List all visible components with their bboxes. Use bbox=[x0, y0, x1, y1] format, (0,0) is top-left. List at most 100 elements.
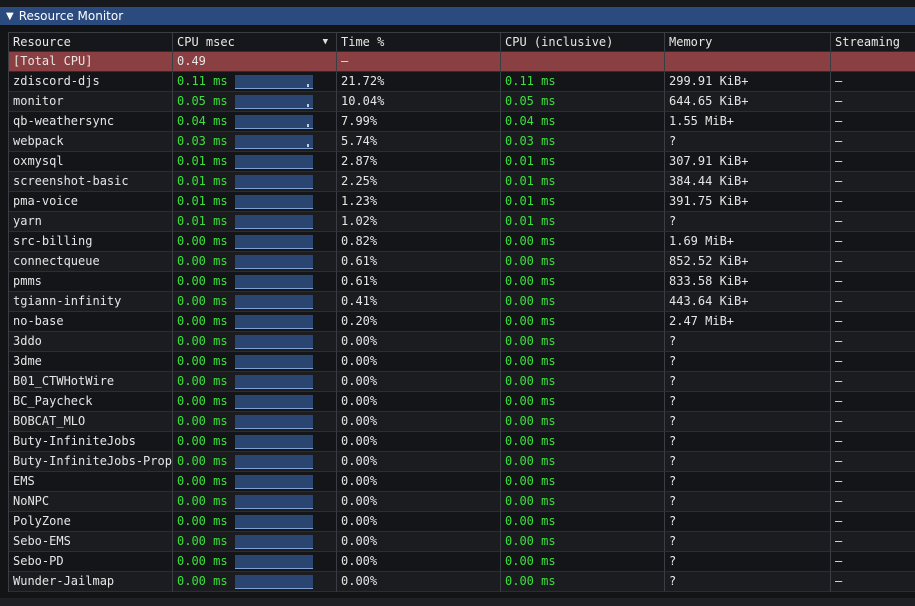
cpu-sparkline bbox=[235, 434, 313, 449]
column-header-cpu-msec-label: CPU msec bbox=[177, 34, 235, 49]
horizontal-scrollbar[interactable] bbox=[0, 598, 915, 606]
collapse-arrow-icon[interactable]: ▼ bbox=[6, 11, 14, 22]
time-percent: 0.20% bbox=[337, 312, 501, 332]
time-percent: 5.74% bbox=[337, 132, 501, 152]
streaming-value: – bbox=[831, 332, 915, 352]
table-row[interactable]: BC_Paycheck 0.00 ms 0.00% 0.00 ms? – bbox=[9, 392, 915, 412]
cpu-sparkline bbox=[235, 134, 313, 149]
streaming-value: – bbox=[831, 452, 915, 472]
time-percent: 0.82% bbox=[337, 232, 501, 252]
cpu-sparkline bbox=[235, 74, 313, 89]
table-row[interactable]: yarn 0.01 ms 1.02% 0.01 ms? – bbox=[9, 212, 915, 232]
total-streaming bbox=[831, 52, 915, 72]
memory-value: 1.69 MiB+ bbox=[665, 232, 831, 252]
time-percent: 0.00% bbox=[337, 352, 501, 372]
cpu-sparkline bbox=[235, 114, 313, 129]
cpu-inclusive-value: 0.00 ms bbox=[501, 512, 665, 532]
resource-name: qb-weathersync bbox=[9, 112, 173, 132]
table-row[interactable]: tgiann-infinity 0.00 ms 0.41% 0.00 ms 443.64… bbox=[9, 292, 915, 312]
time-percent: 0.00% bbox=[337, 372, 501, 392]
cpu-inclusive-value: 0.00 ms bbox=[501, 292, 665, 312]
window-titlebar[interactable]: ▼ Resource Monitor bbox=[0, 7, 915, 25]
column-header-resource[interactable]: Resource bbox=[9, 33, 173, 52]
cpu-msec-cell: 0.00 ms bbox=[173, 392, 337, 412]
table-row[interactable]: Buty-InfiniteJobs 0.00 ms 0.00% 0.00 ms? – bbox=[9, 432, 915, 452]
table-row[interactable]: webpack 0.03 ms 5.74% 0.03 ms? – bbox=[9, 132, 915, 152]
table-row[interactable]: 3ddo 0.00 ms 0.00% 0.00 ms? – bbox=[9, 332, 915, 352]
table-row[interactable]: src-billing 0.00 ms 0.82% 0.00 ms 1.69 MiB+ – bbox=[9, 232, 915, 252]
memory-value: 1.55 MiB+ bbox=[665, 112, 831, 132]
table-row[interactable]: BOBCAT_MLO 0.00 ms 0.00% 0.00 ms? – bbox=[9, 412, 915, 432]
time-percent: 0.00% bbox=[337, 492, 501, 512]
cpu-msec-value: 0.04 ms bbox=[177, 114, 228, 128]
cpu-inclusive-value: 0.00 ms bbox=[501, 332, 665, 352]
table-row[interactable]: monitor 0.05 ms 10.04% 0.05 ms 644.65 KiB+ – bbox=[9, 92, 915, 112]
table-row[interactable]: zdiscord-djs 0.11 ms 21.72% 0.11 ms 299.91 K… bbox=[9, 72, 915, 92]
table-row[interactable]: no-base 0.00 ms 0.20% 0.00 ms 2.47 MiB+ – bbox=[9, 312, 915, 332]
table-row[interactable]: oxmysql 0.01 ms 2.87% 0.01 ms 307.91 KiB+ – bbox=[9, 152, 915, 172]
column-header-streaming[interactable]: Streaming bbox=[831, 33, 915, 52]
cpu-msec-cell: 0.01 ms bbox=[173, 192, 337, 212]
table-row[interactable]: PolyZone 0.00 ms 0.00% 0.00 ms? – bbox=[9, 512, 915, 532]
resource-name: B01_CTWHotWire bbox=[9, 372, 173, 392]
table-row[interactable]: Sebo-EMS 0.00 ms 0.00% 0.00 ms? – bbox=[9, 532, 915, 552]
table-row[interactable]: B01_CTWHotWire 0.00 ms 0.00% 0.00 ms? – bbox=[9, 372, 915, 392]
table-row[interactable]: 3dme 0.00 ms 0.00% 0.00 ms? – bbox=[9, 352, 915, 372]
cpu-sparkline bbox=[235, 494, 313, 509]
cpu-sparkline bbox=[235, 394, 313, 409]
streaming-value: – bbox=[831, 412, 915, 432]
sparkline-peak bbox=[307, 103, 309, 107]
cpu-msec-cell: 0.00 ms bbox=[173, 432, 337, 452]
memory-value: ? bbox=[665, 412, 831, 432]
table-row[interactable]: NoNPC 0.00 ms 0.00% 0.00 ms? – bbox=[9, 492, 915, 512]
resource-name: screenshot-basic bbox=[9, 172, 173, 192]
streaming-value: – bbox=[831, 352, 915, 372]
resource-name: BOBCAT_MLO bbox=[9, 412, 173, 432]
cpu-sparkline bbox=[235, 354, 313, 369]
cpu-msec-value: 0.00 ms bbox=[177, 534, 228, 548]
cpu-sparkline bbox=[235, 314, 313, 329]
table-row[interactable]: connectqueue 0.00 ms 0.61% 0.00 ms 852.52 Ki… bbox=[9, 252, 915, 272]
table-row[interactable]: Sebo-PD 0.00 ms 0.00% 0.00 ms? – bbox=[9, 552, 915, 572]
total-cpu-row[interactable]: [Total CPU] 0.49 – bbox=[9, 52, 915, 72]
resource-name: Sebo-PD bbox=[9, 552, 173, 572]
memory-value: 2.47 MiB+ bbox=[665, 312, 831, 332]
cpu-msec-cell: 0.00 ms bbox=[173, 492, 337, 512]
cpu-inclusive-value: 0.00 ms bbox=[501, 552, 665, 572]
table-row[interactable]: pma-voice 0.01 ms 1.23% 0.01 ms 391.75 KiB+ – bbox=[9, 192, 915, 212]
memory-value: ? bbox=[665, 532, 831, 552]
memory-value: ? bbox=[665, 572, 831, 592]
cpu-msec-cell: 0.05 ms bbox=[173, 92, 337, 112]
time-percent: 1.23% bbox=[337, 192, 501, 212]
table-row[interactable]: screenshot-basic 0.01 ms 2.25% 0.01 ms 384.4… bbox=[9, 172, 915, 192]
resource-name: PolyZone bbox=[9, 512, 173, 532]
cpu-msec-value: 0.01 ms bbox=[177, 194, 228, 208]
streaming-value: – bbox=[831, 92, 915, 112]
cpu-msec-cell: 0.11 ms bbox=[173, 72, 337, 92]
resource-name: Buty-InfiniteJobs bbox=[9, 432, 173, 452]
cpu-sparkline bbox=[235, 414, 313, 429]
cpu-sparkline bbox=[235, 534, 313, 549]
table-row[interactable]: Wunder-Jailmap 0.00 ms 0.00% 0.00 ms? – bbox=[9, 572, 915, 592]
cpu-sparkline bbox=[235, 234, 313, 249]
table-row[interactable]: qb-weathersync 0.04 ms 7.99% 0.04 ms 1.55 Mi… bbox=[9, 112, 915, 132]
resource-name: tgiann-infinity bbox=[9, 292, 173, 312]
streaming-value: – bbox=[831, 472, 915, 492]
column-header-cpu-msec[interactable]: CPU msec ▼ bbox=[173, 33, 337, 52]
cpu-sparkline bbox=[235, 94, 313, 109]
cpu-sparkline bbox=[235, 514, 313, 529]
column-header-cpu-inclusive[interactable]: CPU (inclusive) bbox=[501, 33, 665, 52]
cpu-msec-value: 0.01 ms bbox=[177, 174, 228, 188]
resource-name: NoNPC bbox=[9, 492, 173, 512]
cpu-inclusive-value: 0.00 ms bbox=[501, 412, 665, 432]
table-row[interactable]: pmms 0.00 ms 0.61% 0.00 ms 833.58 KiB+ – bbox=[9, 272, 915, 292]
table-row[interactable]: Buty-InfiniteJobs-Prop 0.00 ms 0.00% 0.00 m… bbox=[9, 452, 915, 472]
cpu-sparkline bbox=[235, 374, 313, 389]
column-header-memory[interactable]: Memory bbox=[665, 33, 831, 52]
time-percent: 1.02% bbox=[337, 212, 501, 232]
memory-value: 644.65 KiB+ bbox=[665, 92, 831, 112]
table-row[interactable]: EMS 0.00 ms 0.00% 0.00 ms? – bbox=[9, 472, 915, 492]
streaming-value: – bbox=[831, 512, 915, 532]
cpu-msec-value: 0.00 ms bbox=[177, 334, 228, 348]
column-header-time[interactable]: Time % bbox=[337, 33, 501, 52]
